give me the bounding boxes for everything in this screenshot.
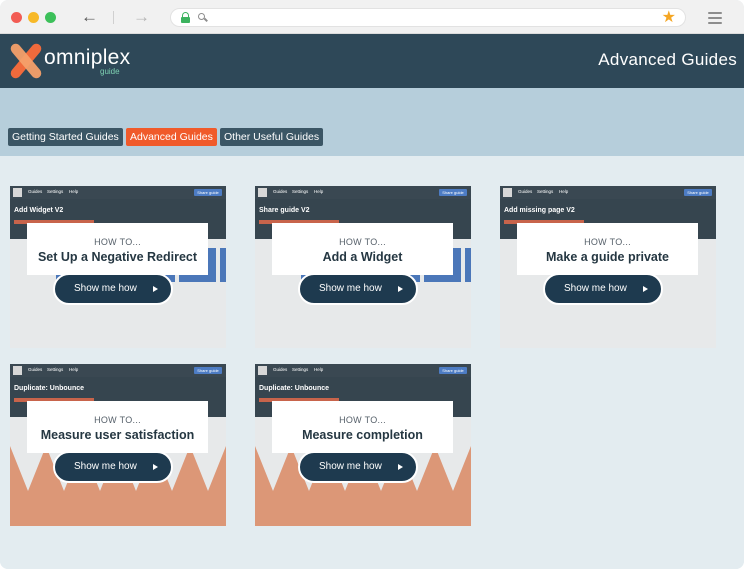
site-header: omniplex guide Advanced Guides <box>0 34 744 88</box>
guide-card[interactable]: Guides Settings Help Share guide Duplicate: … <box>10 364 226 526</box>
show-me-how-button[interactable]: Show me how <box>298 273 418 305</box>
hamburger-menu-icon[interactable] <box>708 12 722 24</box>
omniplex-logo[interactable] <box>6 40 44 81</box>
show-me-how-label: Show me how <box>564 283 627 294</box>
show-me-how-button[interactable]: Show me how <box>53 273 173 305</box>
guide-card[interactable]: Guides Settings Help Share guide Add Widget … <box>10 186 226 348</box>
guide-title: Measure user satisfaction <box>40 428 195 442</box>
show-me-how-button[interactable]: Show me how <box>543 273 663 305</box>
play-arrow-icon <box>398 286 403 292</box>
close-window-button[interactable] <box>11 12 22 23</box>
play-arrow-icon <box>398 464 403 470</box>
maximize-window-button[interactable] <box>45 12 56 23</box>
guide-title: Set Up a Negative Redirect <box>37 250 198 264</box>
show-me-how-label: Show me how <box>74 461 137 472</box>
howto-label: HOW TO... <box>339 237 386 247</box>
arrow-right-icon[interactable]: → <box>133 8 150 26</box>
play-arrow-icon <box>643 286 648 292</box>
browser-toolbar: ← → ★ <box>0 0 744 34</box>
star-icon[interactable]: ★ <box>662 7 676 27</box>
guide-grid: Guides Settings Help Share guide Add Widget … <box>0 156 744 569</box>
guide-card-overlay: HOW TO... Measure user satisfaction <box>27 401 208 453</box>
tab-other-useful[interactable]: Other Useful Guides <box>220 128 324 146</box>
tab-bar: Getting Started Guides Advanced Guides O… <box>0 88 744 156</box>
show-me-how-label: Show me how <box>74 283 137 294</box>
guide-card[interactable]: Guides Settings Help Share guide Share guide… <box>255 186 471 348</box>
guide-card-overlay: HOW TO... Add a Widget <box>272 223 453 275</box>
guide-card-overlay: HOW TO... Set Up a Negative Redirect <box>27 223 208 275</box>
play-arrow-icon <box>153 286 158 292</box>
howto-label: HOW TO... <box>94 415 141 425</box>
tab-getting-started[interactable]: Getting Started Guides <box>8 128 123 146</box>
minimize-window-button[interactable] <box>28 12 39 23</box>
address-bar[interactable]: ★ <box>170 8 686 27</box>
howto-label: HOW TO... <box>584 237 631 247</box>
guide-title: Measure completion <box>302 428 423 442</box>
arrow-left-icon[interactable]: ← <box>81 8 98 26</box>
guide-card[interactable]: Guides Settings Help Share guide Add missing… <box>500 186 716 348</box>
howto-label: HOW TO... <box>94 237 141 247</box>
show-me-how-label: Show me how <box>319 461 382 472</box>
show-me-how-label: Show me how <box>319 283 382 294</box>
show-me-how-button[interactable]: Show me how <box>298 451 418 483</box>
lock-icon <box>181 12 190 23</box>
howto-label: HOW TO... <box>339 415 386 425</box>
brand-subtitle: guide <box>100 67 120 76</box>
browser-window: ← → ★ omniplex guide Advanced Guides Get… <box>0 0 744 569</box>
guide-card[interactable]: Guides Settings Help Share guide Duplicate: … <box>255 364 471 526</box>
tab-advanced[interactable]: Advanced Guides <box>126 128 217 146</box>
search-icon <box>198 13 208 22</box>
guide-card-overlay: HOW TO... Make a guide private <box>517 223 698 275</box>
toolbar-divider <box>113 11 114 24</box>
play-arrow-icon <box>153 464 158 470</box>
guide-title: Add a Widget <box>322 250 403 264</box>
show-me-how-button[interactable]: Show me how <box>53 451 173 483</box>
page-title: Advanced Guides <box>598 50 737 69</box>
guide-card-overlay: HOW TO... Measure completion <box>272 401 453 453</box>
guide-title: Make a guide private <box>546 250 669 264</box>
